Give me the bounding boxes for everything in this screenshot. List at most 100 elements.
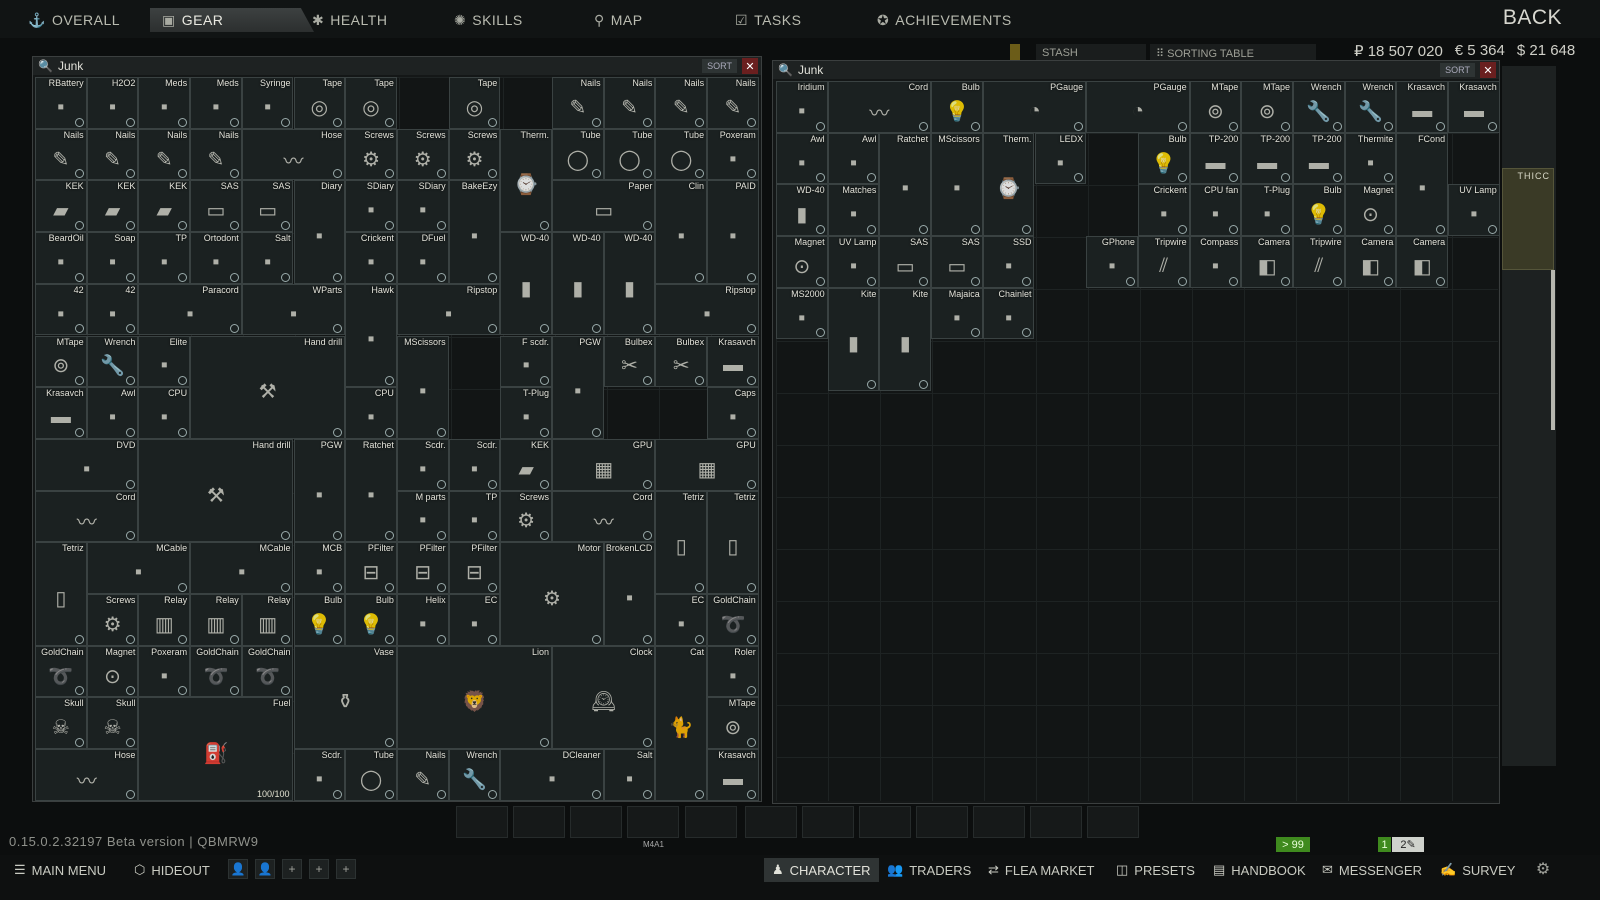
inventory-item[interactable]: Clock 🕰: [552, 645, 656, 750]
inventory-item[interactable]: WD-40 ▮: [552, 232, 604, 336]
inventory-item[interactable]: Krasavch ▬: [707, 749, 759, 801]
inventory-item[interactable]: Tube ◯: [345, 749, 397, 801]
tab-overall[interactable]: ⚓ OVERALL: [28, 8, 120, 32]
inventory-item[interactable]: Bulb 💡: [1137, 132, 1190, 185]
inventory-item[interactable]: SSD ▪: [982, 236, 1035, 288]
inventory-item[interactable]: WD-40 ▮: [500, 232, 552, 336]
quick-slot-weapon[interactable]: [627, 806, 679, 838]
inventory-item[interactable]: Camera ◧: [1344, 236, 1397, 288]
inventory-item[interactable]: Therm. ⌚: [500, 128, 552, 233]
inventory-item[interactable]: Relay ▥: [138, 594, 191, 646]
inventory-item[interactable]: Bulbex ✂: [603, 335, 656, 388]
inventory-item[interactable]: WParts ▪: [241, 283, 346, 336]
inventory-item[interactable]: PGW ▪: [293, 438, 346, 543]
group-member-icon[interactable]: 👤: [228, 859, 248, 879]
inventory-item[interactable]: Hose 〰: [35, 749, 139, 801]
inventory-item[interactable]: MTape ⊚: [1189, 81, 1242, 133]
scrollbar[interactable]: [1551, 270, 1555, 430]
inventory-item[interactable]: CPU fan ▪: [1189, 184, 1242, 237]
inventory-item[interactable]: Wrench 🔧: [448, 749, 501, 801]
inventory-item[interactable]: Majaica ▪: [931, 287, 983, 340]
inventory-item[interactable]: MTape ⊚: [1241, 81, 1293, 133]
inventory-item[interactable]: Nails ✎: [655, 77, 708, 129]
left-close-button[interactable]: ✕: [742, 58, 758, 74]
inventory-item[interactable]: Tape ◎: [448, 77, 501, 129]
inventory-item[interactable]: Cord 〰: [35, 490, 139, 543]
inventory-item[interactable]: Krasavch ▬: [1448, 81, 1500, 133]
inventory-item[interactable]: Ripstop ▪: [655, 283, 759, 336]
quick-slot[interactable]: [973, 806, 1025, 838]
inventory-item[interactable]: Motor ⚙: [500, 542, 604, 646]
inventory-item[interactable]: TP ▪: [138, 232, 191, 284]
inventory-item[interactable]: CPU ▪: [345, 387, 397, 439]
inventory-item[interactable]: Crickent ▪: [1137, 184, 1190, 237]
presets-button[interactable]: ◫ PRESETS: [1116, 858, 1195, 882]
inventory-item[interactable]: Nails ✎: [86, 128, 139, 181]
inventory-item[interactable]: Tape ◎: [345, 77, 397, 129]
handbook-button[interactable]: ▤ HANDBOOK: [1213, 858, 1306, 882]
inventory-item[interactable]: Screws ⚙: [500, 490, 552, 543]
inventory-item[interactable]: Elite ▪: [138, 335, 191, 388]
inventory-item[interactable]: Screws ⚙: [448, 128, 501, 181]
inventory-item[interactable]: Meds ▪: [190, 77, 242, 129]
inventory-item[interactable]: GoldChain ➰: [707, 594, 759, 646]
inventory-item[interactable]: CPU ▪: [138, 387, 191, 439]
quick-slot[interactable]: [685, 806, 737, 838]
inventory-item[interactable]: MCable ▪: [190, 542, 294, 594]
inventory-item[interactable]: KEK ▰: [500, 438, 552, 491]
inventory-item[interactable]: MScissors ▪: [396, 335, 449, 439]
inventory-item[interactable]: H2O2 ▪: [86, 77, 139, 129]
quick-slot[interactable]: [513, 806, 565, 838]
stash-tab[interactable]: STASH: [1036, 44, 1146, 61]
inventory-item[interactable]: F scdr. ▪: [500, 335, 552, 388]
inventory-item[interactable]: Nails ✎: [396, 749, 449, 801]
inventory-item[interactable]: GoldChain ➰: [35, 645, 87, 698]
inventory-item[interactable]: SAS ▭: [190, 180, 242, 233]
inventory-item[interactable]: Poxeram ▪: [707, 128, 759, 181]
inventory-item[interactable]: Tetriz ▯: [655, 490, 708, 594]
quick-slot[interactable]: [1087, 806, 1139, 838]
inventory-item[interactable]: Scdr. ▪: [396, 438, 449, 491]
inventory-item[interactable]: Bulb 💡: [931, 81, 983, 133]
inventory-item[interactable]: Salt ▪: [603, 749, 656, 801]
inventory-item[interactable]: WD-40 ▮: [776, 184, 828, 237]
inventory-item[interactable]: Lion 🦁: [396, 645, 552, 750]
inventory-item[interactable]: KEK ▰: [86, 180, 139, 233]
inventory-item[interactable]: BrokenLCD ▪: [603, 542, 656, 646]
tab-map[interactable]: ⚲ MAP: [594, 8, 643, 32]
inventory-item[interactable]: UV Lamp ▪: [827, 236, 880, 288]
inventory-item[interactable]: GPU ▦: [655, 438, 759, 491]
add-member-icon[interactable]: +: [336, 859, 356, 879]
inventory-item[interactable]: Thermite ▪: [1344, 132, 1397, 185]
inventory-item[interactable]: GoldChain ➰: [241, 645, 294, 698]
inventory-item[interactable]: 42 ▪: [35, 283, 87, 336]
survey-button[interactable]: ✍ SURVEY: [1440, 858, 1515, 882]
inventory-item[interactable]: Krasavch ▬: [1396, 81, 1449, 133]
main-menu-button[interactable]: ☰ MAIN MENU: [14, 858, 106, 882]
inventory-item[interactable]: Iridium ▪: [776, 81, 828, 133]
tab-skills[interactable]: ✺ SKILLS: [454, 8, 523, 32]
inventory-item[interactable]: Magnet ⊙: [776, 236, 828, 288]
inventory-item[interactable]: Screws ⚙: [86, 594, 139, 646]
group-member-icon[interactable]: 👤: [255, 859, 275, 879]
inventory-item[interactable]: Helix ▪: [396, 594, 449, 646]
inventory-item[interactable]: Tetriz ▯: [707, 490, 759, 594]
inventory-item[interactable]: Skull ☠: [86, 697, 139, 750]
inventory-item[interactable]: Relay ▥: [241, 594, 294, 646]
inventory-item[interactable]: TP-200 ▬: [1241, 132, 1293, 185]
quick-slot[interactable]: [570, 806, 622, 838]
quick-slot[interactable]: [859, 806, 911, 838]
inventory-item[interactable]: DFuel ▪: [396, 232, 449, 284]
inventory-item[interactable]: Caps ▪: [707, 387, 759, 439]
inventory-item[interactable]: Scdr. ▪: [448, 438, 501, 491]
inventory-item[interactable]: Tube ◯: [655, 128, 708, 181]
inventory-item[interactable]: PFilter ⊟: [396, 542, 449, 594]
inventory-item[interactable]: T-Plug ▪: [1241, 184, 1293, 237]
inventory-item[interactable]: Ortodont ▪: [190, 232, 242, 284]
add-member-icon[interactable]: +: [282, 859, 302, 879]
inventory-item[interactable]: WD-40 ▮: [603, 232, 656, 336]
inventory-item[interactable]: SDiary ▪: [345, 180, 397, 233]
inventory-item[interactable]: MTape ⊚: [35, 335, 87, 388]
right-close-button[interactable]: ✕: [1480, 62, 1496, 78]
left-sort-button[interactable]: SORT: [702, 59, 737, 73]
